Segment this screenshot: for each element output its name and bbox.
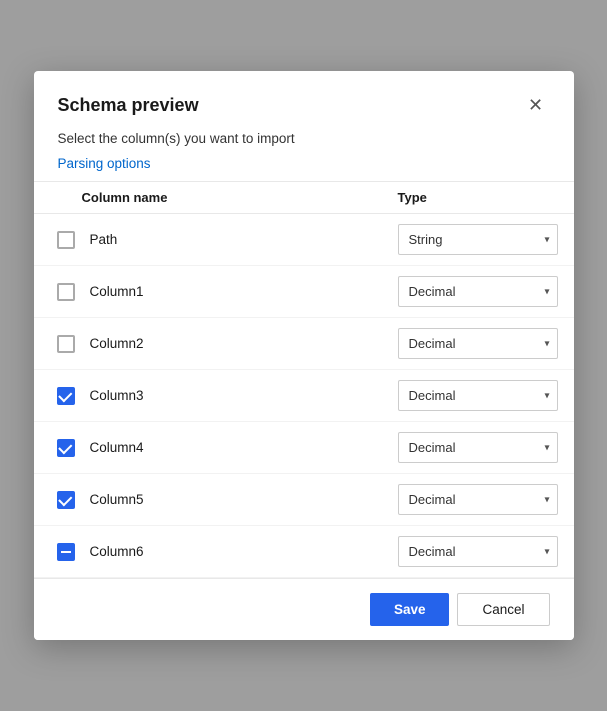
table-row: Column4StringDecimalIntegerBooleanDateDa…: [34, 422, 574, 474]
row-checkbox[interactable]: [57, 491, 75, 509]
type-select[interactable]: StringDecimalIntegerBooleanDateDateTime: [398, 432, 558, 463]
row-checkbox[interactable]: [57, 283, 75, 301]
checkbox-wrapper: [50, 283, 82, 301]
row-checkbox[interactable]: [57, 439, 75, 457]
table-area: Column name Type PathStringDecimalIntege…: [34, 181, 574, 578]
row-column-name: Column3: [82, 388, 398, 403]
type-select-wrapper: StringDecimalIntegerBooleanDateDateTime▾: [398, 432, 558, 463]
type-select[interactable]: StringDecimalIntegerBooleanDateDateTime: [398, 276, 558, 307]
parsing-options-link[interactable]: Parsing options: [34, 154, 574, 181]
type-select-wrapper: StringDecimalIntegerBooleanDateDateTime▾: [398, 484, 558, 515]
row-column-name: Column6: [82, 544, 398, 559]
row-checkbox[interactable]: [57, 387, 75, 405]
checkbox-wrapper: [50, 439, 82, 457]
row-checkbox[interactable]: [57, 335, 75, 353]
dialog-footer: Save Cancel: [34, 578, 574, 640]
row-checkbox[interactable]: [57, 231, 75, 249]
close-button[interactable]: ✕: [522, 91, 550, 119]
table-row: Column1StringDecimalIntegerBooleanDateDa…: [34, 266, 574, 318]
type-select-wrapper: StringDecimalIntegerBooleanDateDateTime▾: [398, 536, 558, 567]
checkbox-wrapper: [50, 543, 82, 561]
row-checkbox[interactable]: [57, 543, 75, 561]
type-select[interactable]: StringDecimalIntegerBooleanDateDateTime: [398, 224, 558, 255]
column-name-header: Column name: [82, 190, 398, 205]
cancel-button[interactable]: Cancel: [457, 593, 549, 626]
row-column-name: Column5: [82, 492, 398, 507]
row-column-name: Column1: [82, 284, 398, 299]
table-header: Column name Type: [34, 182, 574, 214]
type-select-wrapper: StringDecimalIntegerBooleanDateDateTime▾: [398, 328, 558, 359]
checkbox-wrapper: [50, 231, 82, 249]
row-column-name: Column4: [82, 440, 398, 455]
checkbox-wrapper: [50, 387, 82, 405]
type-select[interactable]: StringDecimalIntegerBooleanDateDateTime: [398, 536, 558, 567]
save-button[interactable]: Save: [370, 593, 450, 626]
schema-preview-dialog: Schema preview ✕ Select the column(s) yo…: [34, 71, 574, 640]
table-row: Column6StringDecimalIntegerBooleanDateDa…: [34, 526, 574, 578]
table-row: PathStringDecimalIntegerBooleanDateDateT…: [34, 214, 574, 266]
type-select[interactable]: StringDecimalIntegerBooleanDateDateTime: [398, 380, 558, 411]
table-row: Column5StringDecimalIntegerBooleanDateDa…: [34, 474, 574, 526]
table-row: Column2StringDecimalIntegerBooleanDateDa…: [34, 318, 574, 370]
type-select-wrapper: StringDecimalIntegerBooleanDateDateTime▾: [398, 276, 558, 307]
dialog-title: Schema preview: [58, 95, 199, 116]
checkbox-wrapper: [50, 335, 82, 353]
checkbox-wrapper: [50, 491, 82, 509]
dialog-subtitle: Select the column(s) you want to import: [34, 131, 574, 154]
table-row: Column3StringDecimalIntegerBooleanDateDa…: [34, 370, 574, 422]
table-scroll-container[interactable]: PathStringDecimalIntegerBooleanDateDateT…: [34, 214, 574, 578]
type-select[interactable]: StringDecimalIntegerBooleanDateDateTime: [398, 328, 558, 359]
row-column-name: Column2: [82, 336, 398, 351]
type-select-wrapper: StringDecimalIntegerBooleanDateDateTime▾: [398, 224, 558, 255]
type-select-wrapper: StringDecimalIntegerBooleanDateDateTime▾: [398, 380, 558, 411]
row-column-name: Path: [82, 232, 398, 247]
column-type-header: Type: [398, 190, 558, 205]
dialog-header: Schema preview ✕: [34, 71, 574, 131]
type-select[interactable]: StringDecimalIntegerBooleanDateDateTime: [398, 484, 558, 515]
